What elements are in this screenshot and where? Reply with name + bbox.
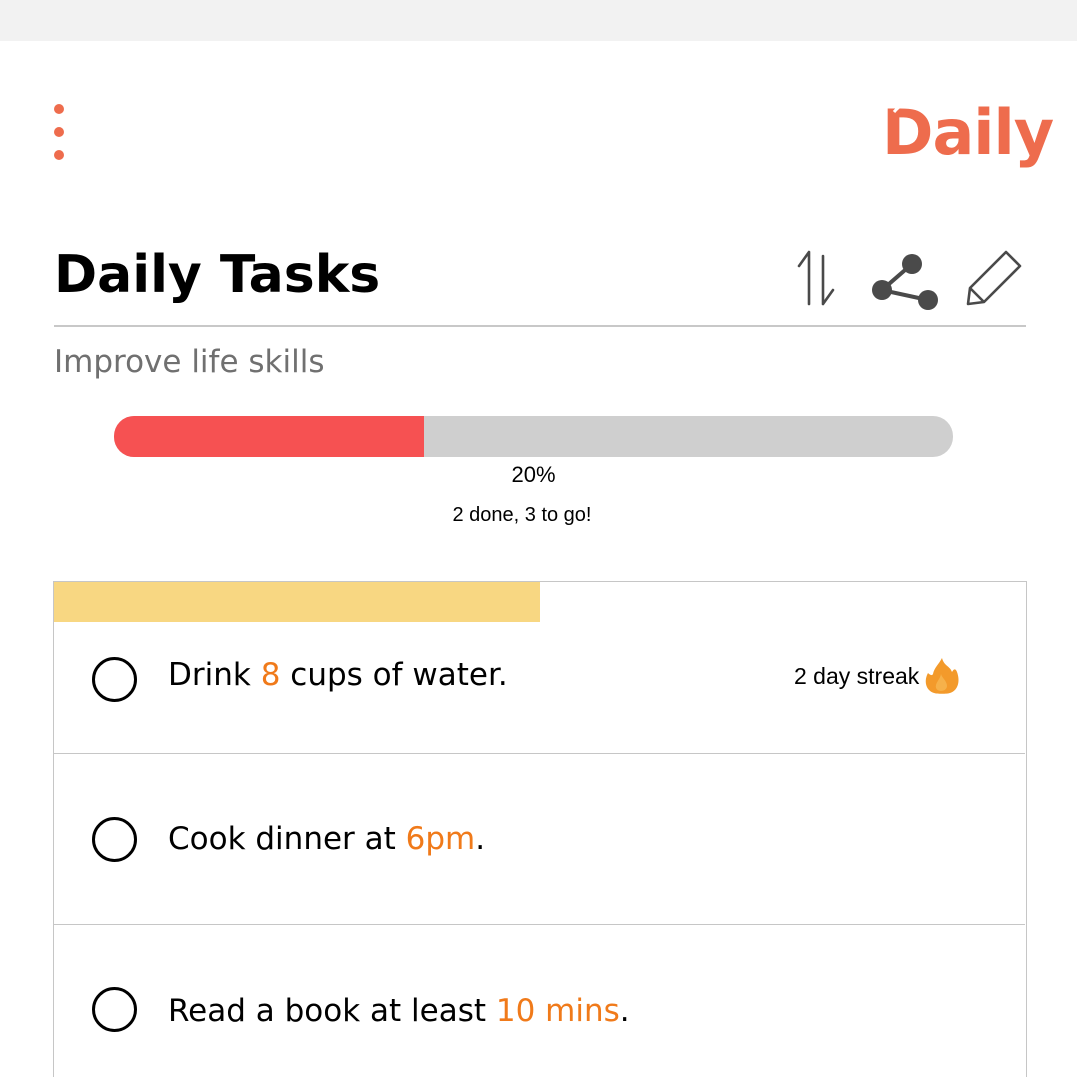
progress-bar-fill	[114, 416, 425, 457]
menu-dot	[54, 104, 64, 114]
task-checkbox[interactable]	[92, 817, 137, 862]
edit-button[interactable]	[962, 248, 1028, 312]
task-text-part: Read a book at least	[168, 993, 496, 1029]
task-highlight: 10 mins	[495, 993, 620, 1029]
task-checkbox[interactable]	[92, 987, 137, 1032]
sort-icon	[797, 250, 835, 306]
app-logo: Daily	[878, 92, 1054, 174]
title-divider	[54, 325, 1026, 327]
page-subtitle: Improve life skills	[54, 344, 325, 380]
flame-icon	[926, 658, 959, 694]
streak-label: 2 day streak	[794, 663, 920, 689]
task-row[interactable]: Read a book at least 10 mins.	[54, 925, 1025, 1077]
task-text-part: .	[475, 821, 486, 857]
share-icon	[872, 254, 938, 310]
progress-percent: 20%	[511, 462, 556, 487]
task-row[interactable]: Cook dinner at 6pm.	[54, 754, 1025, 925]
streak-badge: 2 day streak	[794, 656, 961, 696]
task-text: Cook dinner at 6pm.	[168, 819, 485, 859]
task-row[interactable]: Drink 8 cups of water. 2 day streak	[54, 622, 1025, 754]
card-accent-band	[54, 582, 540, 622]
sort-button[interactable]	[792, 248, 842, 312]
task-text: Drink 8 cups of water.	[168, 655, 508, 695]
logo-arrow-icon	[892, 98, 921, 114]
task-highlight: 8	[260, 657, 281, 693]
task-highlight: 6pm	[405, 821, 476, 857]
status-bar	[0, 0, 1077, 41]
share-button[interactable]	[868, 248, 944, 312]
menu-dot	[54, 127, 64, 137]
task-text-part: .	[619, 993, 630, 1029]
progress-bar	[114, 416, 953, 457]
menu-dot	[54, 150, 64, 160]
menu-kebab-icon[interactable]	[46, 100, 72, 166]
page-title: Daily Tasks	[54, 245, 381, 305]
task-text-part: Cook dinner at	[168, 821, 406, 857]
task-text: Read a book at least 10 mins.	[168, 991, 630, 1031]
task-text-part: cups of water.	[280, 657, 508, 693]
task-text-part: Drink	[168, 657, 261, 693]
task-checkbox[interactable]	[92, 657, 137, 702]
progress-caption: 2 done, 3 to go!	[452, 504, 592, 526]
task-list-card: Drink 8 cups of water. 2 day streak Cook…	[53, 581, 1027, 1077]
pencil-icon	[966, 250, 1022, 306]
